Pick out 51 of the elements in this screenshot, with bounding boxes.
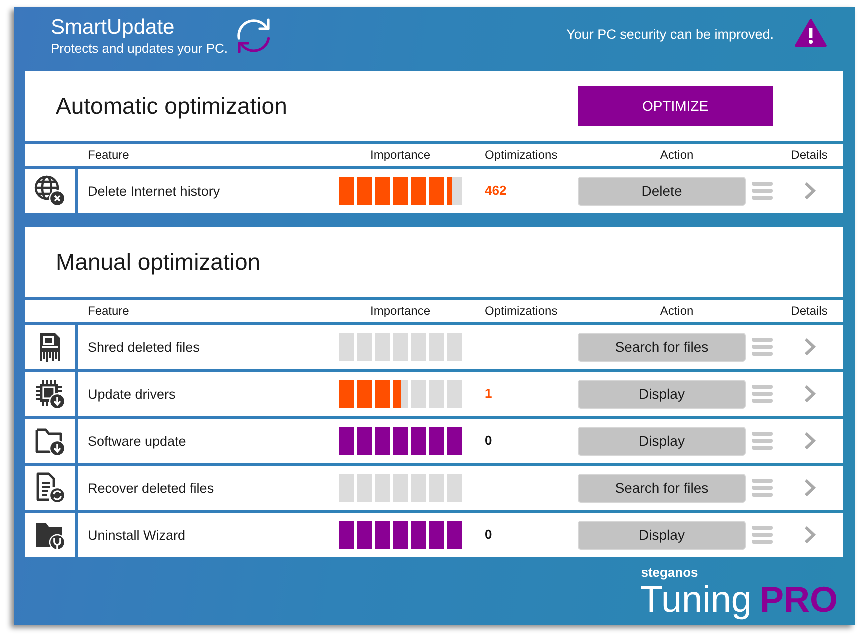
column-header: Optimizations: [485, 304, 558, 318]
column-header: Importance: [370, 304, 431, 318]
action-button[interactable]: Display: [578, 426, 746, 456]
feature-name: Uninstall Wizard: [88, 528, 187, 542]
feature-name: Software update: [88, 434, 188, 448]
chevron-right-icon[interactable]: [804, 338, 816, 356]
menu-icon[interactable]: [752, 479, 773, 497]
product-name: Tuning: [640, 580, 752, 620]
menu-icon[interactable]: [752, 432, 773, 450]
column-header: Details: [791, 148, 828, 162]
column-header: Feature: [88, 148, 130, 162]
feature-name: Shred deleted files: [88, 340, 201, 354]
chip-download-icon: [34, 378, 66, 410]
section-title: Manual optimization: [56, 248, 261, 276]
column-header: Action: [660, 304, 694, 318]
menu-icon[interactable]: [752, 526, 773, 544]
column-header: Action: [660, 148, 694, 162]
action-button[interactable]: Display: [578, 380, 746, 408]
chevron-right-icon[interactable]: [804, 526, 816, 544]
warning-icon: [794, 18, 828, 48]
company-logo-text: steganos: [641, 565, 698, 580]
action-button[interactable]: Display: [578, 520, 746, 550]
optimization-count: 462: [485, 183, 507, 198]
app-subtitle: Protects and updates your PC.: [51, 41, 228, 57]
globe-icon: [34, 175, 66, 207]
feature-name: Update drivers: [88, 386, 177, 402]
document-sync-icon: [34, 472, 66, 504]
chevron-right-icon[interactable]: [804, 479, 816, 497]
column-header: Feature: [88, 304, 130, 318]
edition-label: PRO: [760, 580, 838, 620]
chevron-right-icon[interactable]: [804, 182, 816, 200]
action-button[interactable]: Delete: [578, 176, 746, 206]
action-button[interactable]: Search for files: [578, 332, 746, 362]
optimization-count: 0: [485, 527, 492, 542]
menu-icon[interactable]: [752, 385, 773, 403]
column-header: Optimizations: [485, 148, 558, 162]
security-status-text: Your PC security can be improved.: [566, 27, 774, 43]
action-button[interactable]: Search for files: [578, 474, 746, 502]
app-title: SmartUpdate: [51, 15, 176, 41]
column-header: Importance: [370, 148, 431, 162]
feature-name: Delete Internet history: [88, 184, 222, 198]
column-header: Details: [791, 304, 828, 318]
optimization-count: 0: [485, 433, 492, 448]
feature-name: Recover deleted files: [88, 480, 216, 496]
menu-icon[interactable]: [752, 338, 773, 356]
chevron-right-icon[interactable]: [804, 385, 816, 403]
optimize-button[interactable]: OPTIMIZE: [578, 86, 773, 126]
optimization-count: 1: [485, 386, 492, 401]
menu-icon[interactable]: [752, 182, 773, 200]
section-title: Automatic optimization: [56, 92, 288, 120]
chevron-right-icon[interactable]: [804, 432, 816, 450]
